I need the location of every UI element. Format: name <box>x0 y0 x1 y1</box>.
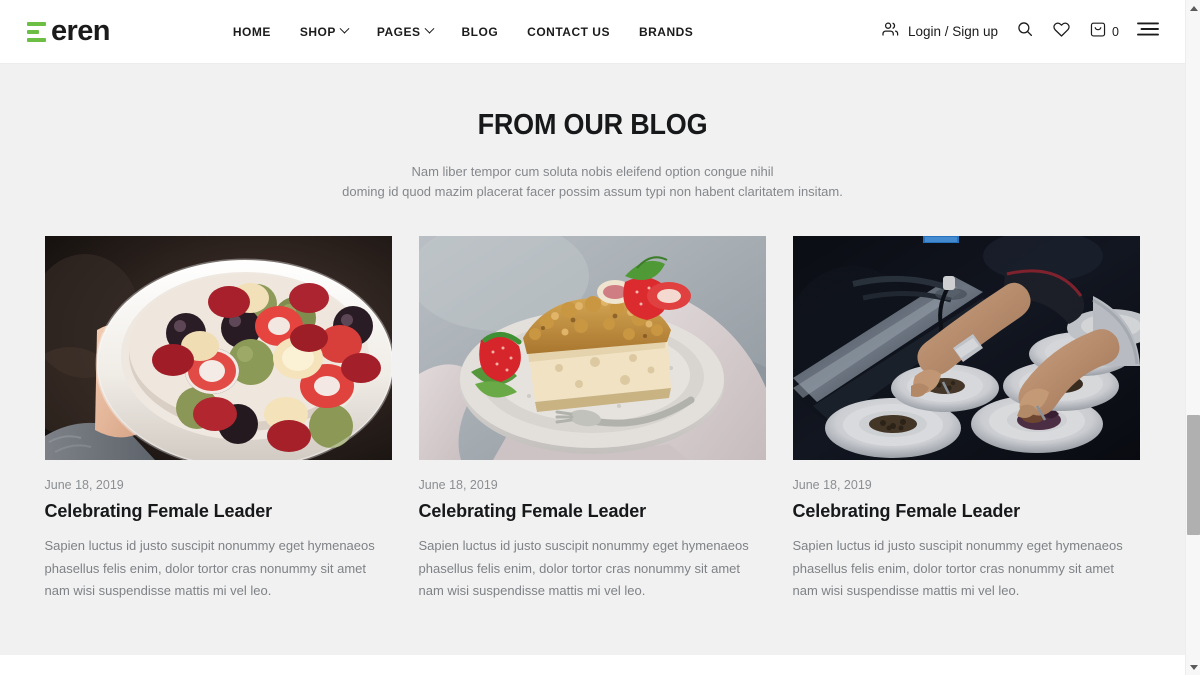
header-actions: Login / Sign up 0 <box>881 20 1159 44</box>
post-title[interactable]: Celebrating Female Leader <box>793 501 1140 522</box>
scroll-up-arrow[interactable] <box>1186 0 1200 16</box>
login-signup-button[interactable]: Login / Sign up <box>881 20 998 44</box>
hamburger-menu-icon <box>1137 21 1159 42</box>
nav-item-shop[interactable]: SHOP <box>299 23 350 39</box>
blog-post-card[interactable]: June 18, 2019 Celebrating Female Leader … <box>418 236 766 603</box>
post-thumbnail-fruit-bowl[interactable] <box>44 236 392 460</box>
login-signup-label: Login / Sign up <box>907 24 999 39</box>
post-date: June 18, 2019 <box>418 478 498 492</box>
nav-label: HOME <box>232 24 271 39</box>
nav-label: SHOP <box>299 24 336 39</box>
cart-button[interactable]: 0 <box>1089 20 1119 44</box>
page-root: eren HOME SHOP PAGES BLOG CONTACT US BRA… <box>0 0 1200 675</box>
nav-label: BLOG <box>461 24 499 39</box>
subtitle-line-2: doming id quod mazim placerat facer poss… <box>342 184 843 199</box>
wishlist-button[interactable] <box>1052 20 1071 44</box>
page-title: FROM OUR BLOG <box>477 109 708 141</box>
heart-icon <box>1052 20 1071 44</box>
hamburger-menu-button[interactable] <box>1137 21 1159 42</box>
post-excerpt: Sapien luctus id justo suscipit nonummy … <box>44 538 375 598</box>
three-bars-icon <box>27 21 46 42</box>
nav-item-home[interactable]: HOME <box>233 25 271 39</box>
post-title[interactable]: Celebrating Female Leader <box>45 501 392 522</box>
post-date: June 18, 2019 <box>44 478 124 492</box>
section-subtitle: Nam liber tempor cum soluta nobis eleife… <box>273 162 913 202</box>
nav-label: CONTACT US <box>527 24 610 39</box>
site-logo[interactable]: eren <box>27 17 110 46</box>
post-date: June 18, 2019 <box>792 478 872 492</box>
site-header: eren HOME SHOP PAGES BLOG CONTACT US BRA… <box>0 0 1185 64</box>
nav-label: BRANDS <box>638 24 694 39</box>
nav-item-contact-us[interactable]: CONTACT US <box>527 25 610 39</box>
nav-item-brands[interactable]: BRANDS <box>639 25 693 39</box>
scrollbar-thumb[interactable] <box>1187 415 1200 535</box>
chevron-down-icon <box>424 23 434 34</box>
post-thumbnail-chefs-kitchen[interactable] <box>792 236 1140 460</box>
main-navigation: HOME SHOP PAGES BLOG CONTACT US BRANDS <box>233 23 693 39</box>
logo-text: eren <box>51 15 110 47</box>
post-thumbnail-cake-slice[interactable] <box>418 236 766 460</box>
post-title[interactable]: Celebrating Female Leader <box>419 501 766 522</box>
subtitle-line-1: Nam liber tempor cum soluta nobis eleife… <box>411 164 774 179</box>
blog-post-grid: June 18, 2019 Celebrating Female Leader … <box>44 236 1141 603</box>
blog-post-card[interactable]: June 18, 2019 Celebrating Female Leader … <box>44 236 392 603</box>
blog-section: FROM OUR BLOG Nam liber tempor cum solut… <box>0 64 1185 655</box>
search-button[interactable] <box>1016 20 1034 43</box>
nav-item-pages[interactable]: PAGES <box>376 23 434 39</box>
post-excerpt: Sapien luctus id justo suscipit nonummy … <box>418 538 749 598</box>
shopping-bag-icon <box>1089 20 1107 44</box>
blog-post-card[interactable]: June 18, 2019 Celebrating Female Leader … <box>792 236 1140 603</box>
nav-item-blog[interactable]: BLOG <box>462 25 499 39</box>
vertical-scrollbar[interactable] <box>1185 0 1200 675</box>
chevron-down-icon <box>339 23 350 34</box>
post-excerpt: Sapien luctus id justo suscipit nonummy … <box>792 538 1123 598</box>
scroll-down-arrow[interactable] <box>1186 659 1200 675</box>
cart-count: 0 <box>1112 24 1119 39</box>
search-icon <box>1016 20 1034 43</box>
nav-label: PAGES <box>376 24 421 39</box>
users-icon <box>881 20 900 44</box>
